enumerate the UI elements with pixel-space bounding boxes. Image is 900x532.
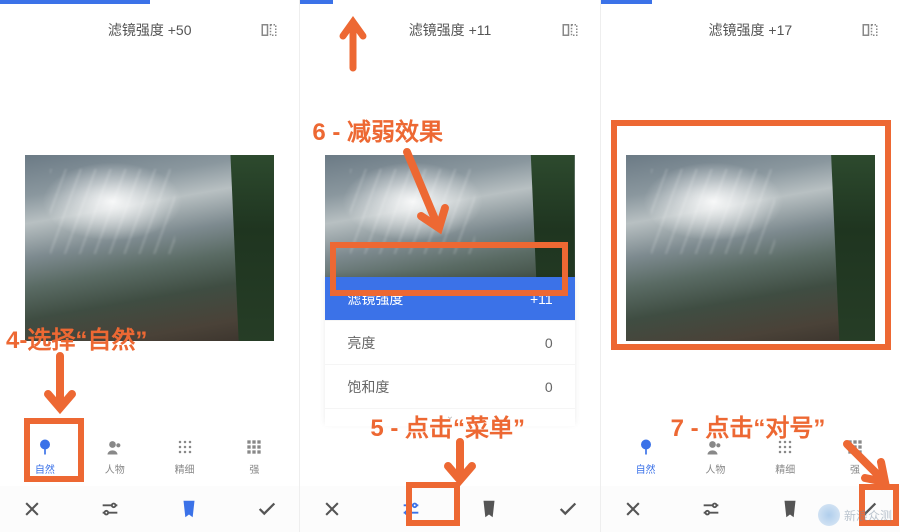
close-button[interactable]	[615, 491, 651, 527]
adjust-button[interactable]	[92, 491, 128, 527]
compare-icon[interactable]	[560, 20, 580, 40]
adjust-row-value: 0	[545, 335, 553, 351]
chevron-down-icon: ⌄	[325, 409, 574, 426]
adjust-row-label: 滤镜强度	[347, 289, 403, 309]
adjust-button[interactable]	[393, 491, 429, 527]
strength-progress	[300, 0, 333, 4]
grid-icon	[775, 437, 795, 457]
styles-button[interactable]	[471, 491, 507, 527]
style-tab-label: 精细	[775, 461, 795, 476]
bottom-bar	[300, 486, 599, 532]
grid-bold-icon	[244, 437, 264, 457]
style-tab-label: 自然	[636, 461, 656, 476]
screen-step5-6: 滤镜强度 +11 滤镜强度 +11 亮度 0 饱和度 0 ⌄	[300, 0, 600, 532]
adjust-row-value: +11	[530, 291, 553, 307]
style-tab-label: 强	[249, 461, 259, 476]
style-tabs: 自然 人物 精细 强	[601, 426, 900, 486]
style-tab-label: 人物	[705, 461, 725, 476]
adjust-row-value: 0	[545, 379, 553, 395]
style-tab-strong[interactable]: 强	[219, 437, 289, 476]
watermark-text: 新浪众测	[844, 507, 892, 524]
tree-icon	[35, 437, 55, 457]
strength-label: 滤镜强度 +50	[108, 20, 192, 40]
person-icon	[105, 437, 125, 457]
styles-button[interactable]	[171, 491, 207, 527]
style-tab-label: 人物	[105, 461, 125, 476]
style-tabs-hidden	[300, 426, 599, 486]
adjust-row-brightness[interactable]: 亮度 0	[325, 321, 574, 365]
style-tab-portrait[interactable]: 人物	[680, 437, 750, 476]
style-tab-label: 精细	[175, 461, 195, 476]
tree-icon	[636, 437, 656, 457]
photo-preview	[25, 155, 274, 342]
confirm-button[interactable]	[550, 491, 586, 527]
preview-area[interactable]	[601, 60, 900, 426]
watermark: 新浪众测	[818, 504, 892, 526]
strength-progress	[601, 0, 652, 4]
adjust-row-label: 亮度	[347, 333, 375, 353]
style-tabs: 自然 人物 精细 强	[0, 426, 299, 486]
grid-bold-icon	[845, 437, 865, 457]
adjust-row-label: 饱和度	[347, 377, 389, 397]
adjust-row-saturation[interactable]: 饱和度 0	[325, 365, 574, 409]
preview-area[interactable]: 滤镜强度 +11 亮度 0 饱和度 0 ⌄	[300, 60, 599, 426]
style-tab-strong[interactable]: 强	[820, 437, 890, 476]
grid-icon	[175, 437, 195, 457]
style-tab-natural[interactable]: 自然	[10, 437, 80, 476]
style-tab-label: 自然	[35, 461, 55, 476]
style-tab-portrait[interactable]: 人物	[80, 437, 150, 476]
style-tab-label: 强	[850, 461, 860, 476]
adjust-button[interactable]	[693, 491, 729, 527]
compare-icon[interactable]	[259, 20, 279, 40]
close-button[interactable]	[14, 491, 50, 527]
topbar: 滤镜强度 +50	[0, 0, 299, 60]
preview-area[interactable]	[0, 60, 299, 426]
styles-button[interactable]	[772, 491, 808, 527]
style-tab-fine[interactable]: 精细	[150, 437, 220, 476]
photo-preview	[626, 155, 875, 342]
watermark-logo-icon	[818, 504, 840, 526]
screen-step4: 滤镜强度 +50 自然 人物 精细 强	[0, 0, 300, 532]
compare-icon[interactable]	[860, 20, 880, 40]
close-button[interactable]	[314, 491, 350, 527]
confirm-button[interactable]	[249, 491, 285, 527]
adjust-row-strength[interactable]: 滤镜强度 +11	[325, 277, 574, 321]
topbar: 滤镜强度 +17	[601, 0, 900, 60]
adjust-panel: 滤镜强度 +11 亮度 0 饱和度 0 ⌄	[325, 277, 574, 426]
person-icon	[705, 437, 725, 457]
style-tab-natural[interactable]: 自然	[611, 437, 681, 476]
style-tab-fine[interactable]: 精细	[750, 437, 820, 476]
strength-label: 滤镜强度 +17	[709, 20, 793, 40]
strength-progress	[0, 0, 150, 4]
strength-label: 滤镜强度 +11	[409, 20, 492, 40]
topbar: 滤镜强度 +11	[300, 0, 599, 60]
bottom-bar	[0, 486, 299, 532]
screen-step7: 滤镜强度 +17 自然 人物 精细 强	[601, 0, 900, 532]
